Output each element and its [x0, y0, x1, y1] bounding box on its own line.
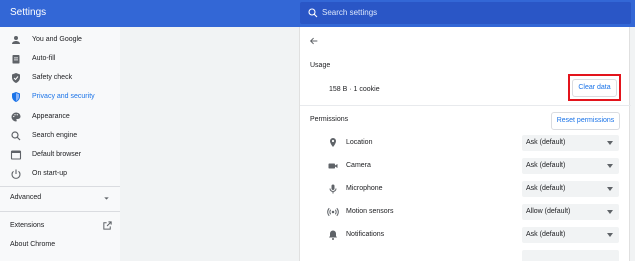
sidebar-item-default-browser[interactable]: Default browser — [0, 146, 120, 164]
sidebar-item-privacy-and-security[interactable]: Privacy and security — [0, 88, 120, 106]
search-icon — [308, 8, 318, 18]
permissions-heading: Permissions — [310, 116, 349, 123]
sidebar-item-appearance[interactable]: Appearance — [0, 108, 120, 126]
open-in-new-icon — [103, 221, 112, 230]
permission-select[interactable]: Ask (default) — [522, 227, 619, 243]
chevron-down-icon — [607, 141, 613, 145]
advanced-toggle[interactable]: Advanced — [0, 189, 120, 207]
person-icon — [12, 36, 20, 44]
usage-value: 158 B · 1 cookie — [329, 86, 380, 93]
permission-label: Motion sensors — [346, 208, 394, 215]
divider — [300, 105, 631, 106]
reset-permissions-button[interactable]: Reset permissions — [551, 112, 620, 130]
chevron-down-icon — [104, 197, 109, 200]
permission-select-value: Ask (default) — [526, 231, 566, 238]
sidebar-item-extensions[interactable]: Extensions — [0, 217, 120, 235]
search-box[interactable]: Search settings — [300, 2, 631, 24]
permission-select-value: Ask (default) — [526, 185, 566, 192]
permission-select-value: Allow (default) — [526, 208, 571, 215]
advanced-label: Advanced — [10, 194, 42, 201]
search-icon — [11, 131, 21, 141]
sidebar-item-label: Default browser — [32, 151, 82, 158]
permission-row-location: Location Ask (default) — [300, 134, 631, 152]
about-label: About Chrome — [10, 241, 56, 248]
permission-row-notifications: Notifications Ask (default) — [300, 226, 631, 244]
sidebar-item-label: On start-up — [32, 170, 68, 177]
sensors-icon — [327, 207, 339, 217]
top-bar: Settings Search settings — [0, 0, 635, 27]
sidebar-item-label: Privacy and security — [32, 93, 95, 100]
back-arrow-icon[interactable] — [309, 36, 319, 46]
location-icon — [330, 138, 336, 147]
palette-icon — [11, 112, 21, 122]
shield-check-icon — [12, 73, 20, 83]
shield-icon — [12, 92, 20, 102]
permission-row-motion-sensors: Motion sensors Allow (default) — [300, 203, 631, 221]
permission-row-microphone: Microphone Ask (default) — [300, 180, 631, 198]
sidebar-item-label: Safety check — [32, 74, 73, 81]
permission-select[interactable]: Ask (default) — [522, 181, 619, 197]
permission-select[interactable] — [522, 250, 619, 261]
sidebar-item-safety-check[interactable]: Safety check — [0, 69, 120, 87]
permission-select-value: Ask (default) — [526, 139, 566, 146]
permission-select[interactable]: Ask (default) — [522, 158, 619, 174]
chevron-down-icon — [607, 210, 613, 214]
sidebar-item-label: You and Google — [32, 36, 82, 43]
sidebar-item-auto-fill[interactable]: Auto-fill — [0, 50, 120, 68]
permission-label: Notifications — [346, 231, 385, 238]
divider — [0, 211, 120, 212]
permission-row-camera: Camera Ask (default) — [300, 157, 631, 175]
clear-data-button[interactable]: Clear data — [572, 79, 617, 97]
sidebar-item-on-start-up[interactable]: On start-up — [0, 165, 120, 183]
permission-select[interactable]: Ask (default) — [522, 135, 619, 151]
permission-row-partial — [300, 249, 631, 261]
permission-label: Camera — [346, 162, 371, 169]
extensions-label: Extensions — [10, 222, 45, 229]
app-title: Settings — [10, 7, 47, 18]
sidebar-item-about-chrome[interactable]: About Chrome — [0, 236, 120, 254]
sidebar: You and Google Auto-fill Safety check Pr… — [0, 27, 120, 261]
chevron-down-icon — [607, 164, 613, 168]
usage-heading: Usage — [310, 62, 331, 69]
permission-select[interactable]: Allow (default) — [522, 204, 619, 220]
permission-label: Location — [346, 139, 373, 146]
chevron-down-icon — [607, 187, 613, 191]
power-icon — [11, 169, 21, 179]
camera-icon — [328, 163, 338, 169]
sidebar-item-label: Appearance — [32, 113, 70, 120]
site-settings-panel: Usage 158 B · 1 cookie Clear data Permis… — [299, 27, 631, 261]
permission-select-value: Ask (default) — [526, 162, 566, 169]
bell-icon — [329, 230, 337, 240]
divider — [0, 186, 120, 187]
microphone-icon — [329, 184, 337, 194]
permission-label: Microphone — [346, 185, 383, 192]
sidebar-item-label: Auto-fill — [32, 55, 56, 62]
sidebar-item-you-and-google[interactable]: You and Google — [0, 31, 120, 49]
sidebar-item-label: Search engine — [32, 132, 78, 139]
chevron-down-icon — [607, 233, 613, 237]
clipboard-icon — [12, 55, 20, 64]
browser-icon — [10, 150, 22, 160]
sidebar-item-search-engine[interactable]: Search engine — [0, 127, 120, 145]
search-input[interactable]: Search settings — [322, 8, 377, 17]
